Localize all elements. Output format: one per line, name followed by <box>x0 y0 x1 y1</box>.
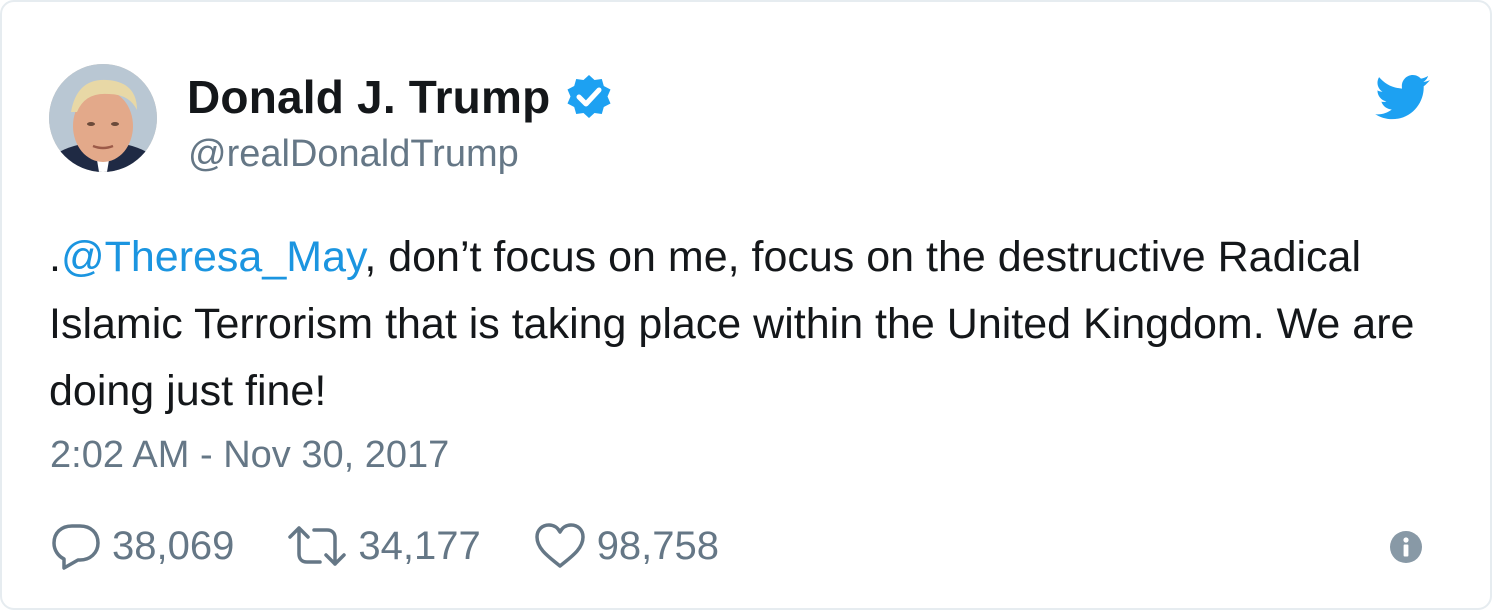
mention-link[interactable]: @Theresa_May <box>61 233 364 281</box>
retweet-button[interactable]: 34,177 <box>286 522 481 570</box>
retweet-icon <box>288 526 347 566</box>
tweet-prefix: . <box>49 233 61 281</box>
tweet-card: Donald J. Trump @realDonaldTrump .@There… <box>0 0 1492 610</box>
reply-count: 38,069 <box>112 523 235 568</box>
reply-button[interactable]: 38,069 <box>50 522 234 570</box>
twitter-bird-icon[interactable] <box>1375 75 1431 121</box>
reply-icon <box>52 524 100 570</box>
tweet-timestamp[interactable]: 2:02 AM - Nov 30, 2017 <box>50 434 449 477</box>
info-icon[interactable] <box>1389 530 1423 564</box>
display-name-text: Donald J. Trump <box>187 71 551 123</box>
action-bar: 38,069 34,177 98,758 <box>50 518 771 574</box>
tweet-text: .@Theresa_May, don’t focus on me, focus … <box>49 224 1429 425</box>
like-count: 98,758 <box>596 523 720 568</box>
retweet-count: 34,177 <box>358 523 481 568</box>
verified-badge-icon <box>567 75 611 118</box>
like-button[interactable]: 98,758 <box>533 522 719 570</box>
display-name[interactable]: Donald J. Trump <box>187 70 614 124</box>
heart-icon <box>534 523 585 568</box>
user-handle[interactable]: @realDonaldTrump <box>188 133 519 176</box>
avatar[interactable] <box>49 64 157 172</box>
avatar-photo-icon <box>49 64 157 172</box>
